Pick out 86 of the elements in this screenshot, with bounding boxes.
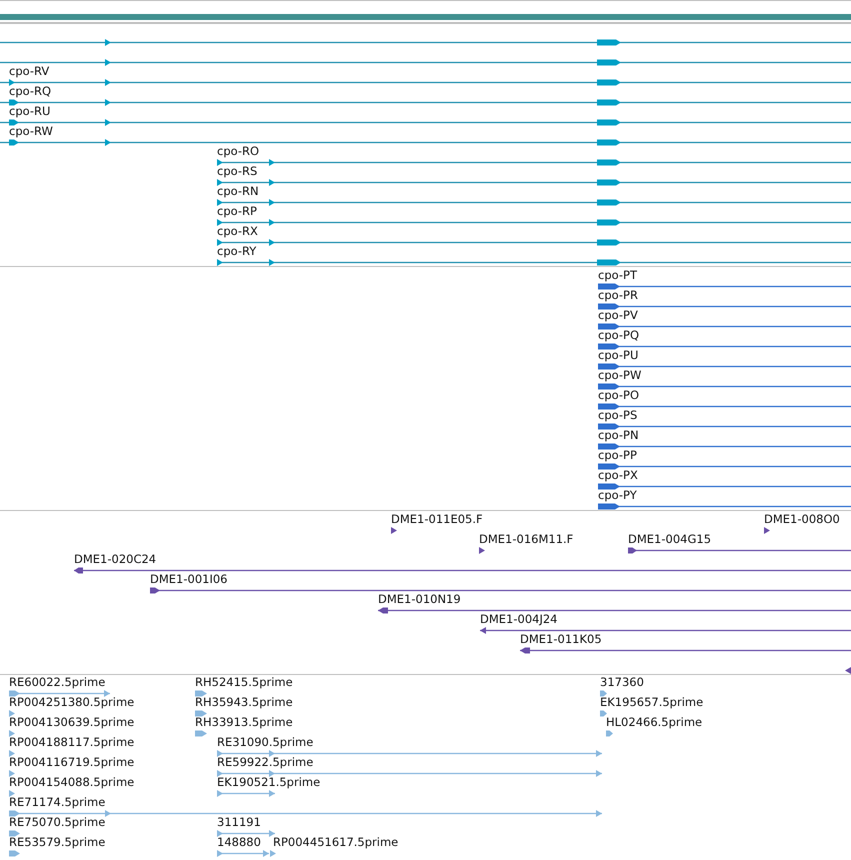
feature-label: DME1-011E05.F (391, 512, 483, 526)
feature-label: cpo-PX (598, 468, 638, 482)
feature-glyph[interactable] (0, 139, 851, 146)
feature-label: cpo-RX (217, 224, 258, 238)
feature-label: DME1-011K05 (520, 632, 602, 646)
feature-glyph[interactable] (0, 79, 851, 86)
feature-glyph[interactable] (217, 259, 851, 266)
feature-glyph[interactable] (378, 608, 851, 614)
feature-glyph[interactable] (598, 364, 851, 370)
feature-glyph[interactable] (217, 199, 851, 206)
feature-label: RH33913.5prime (195, 715, 293, 729)
feature-glyph[interactable] (150, 588, 851, 594)
feature-label: cpo-PY (598, 488, 637, 502)
feature-glyph[interactable] (628, 548, 851, 554)
feature-label: cpo-RQ (9, 84, 52, 98)
feature-label: 317360 (600, 675, 644, 689)
feature-label: 148880 (217, 835, 261, 849)
feature-glyph[interactable] (217, 219, 851, 226)
feature-label: cpo-RV (9, 64, 50, 78)
feature-glyph[interactable] (0, 39, 851, 46)
feature-label: RH52415.5prime (195, 675, 293, 689)
feature-glyph[interactable] (845, 667, 851, 674)
feature-glyph[interactable] (598, 504, 851, 510)
feature-label: cpo-RS (217, 164, 258, 178)
feature-label: cpo-PV (598, 308, 638, 322)
feature-label: cpo-PQ (598, 328, 640, 342)
feature-label: cpo-PT (598, 268, 637, 282)
feature-label: EK190521.5prime (217, 775, 320, 789)
feature-label: cpo-RW (9, 124, 53, 138)
feature-label: cpo-PP (598, 448, 637, 462)
feature-label: DME1-004J24 (480, 612, 558, 626)
feature-glyph[interactable] (598, 324, 851, 330)
feature-label: RE60022.5prime (9, 675, 106, 689)
feature-label: RP004251380.5prime (9, 695, 134, 709)
feature-label: RH35943.5prime (195, 695, 293, 709)
feature-glyph[interactable] (598, 444, 851, 450)
feature-label: cpo-PR (598, 288, 638, 302)
feature-label: cpo-RY (217, 244, 256, 258)
feature-label: DME1-001I06 (150, 572, 228, 586)
feature-glyph[interactable] (480, 627, 851, 634)
feature-label: RP004154088.5prime (9, 775, 134, 789)
feature-glyph[interactable] (0, 119, 851, 126)
feature-glyph[interactable] (598, 284, 851, 290)
feature-label: DME1-008O0 (764, 512, 840, 526)
feature-glyph[interactable] (598, 384, 851, 390)
feature-label: RE75070.5prime (9, 815, 106, 829)
feature-glyph[interactable] (598, 344, 851, 350)
feature-label: RE53579.5prime (9, 835, 106, 849)
feature-glyph[interactable] (217, 239, 851, 246)
feature-glyph[interactable] (479, 547, 485, 554)
feature-glyph[interactable] (598, 484, 851, 490)
feature-label: RE71174.5prime (9, 795, 106, 809)
feature-label: DME1-010N19 (378, 592, 461, 606)
feature-glyph[interactable] (520, 648, 851, 654)
feature-label: cpo-PU (598, 348, 638, 362)
feature-glyph[interactable] (764, 527, 770, 534)
feature-glyph[interactable] (217, 179, 851, 186)
feature-label: cpo-PN (598, 428, 639, 442)
feature-glyph[interactable] (598, 424, 851, 430)
feature-label: cpo-RU (9, 104, 50, 118)
feature-label: HL02466.5prime (606, 715, 702, 729)
feature-label: cpo-PS (598, 408, 638, 422)
feature-label: RE59922.5prime (217, 755, 314, 769)
feature-label: DME1-016M11.F (479, 532, 574, 546)
feature-label: cpo-PO (598, 388, 640, 402)
feature-label: RP004116719.5prime (9, 755, 134, 769)
feature-glyph[interactable] (0, 99, 851, 106)
feature-label: RE31090.5prime (217, 735, 314, 749)
feature-glyph[interactable] (391, 527, 397, 534)
feature-glyph[interactable] (598, 464, 851, 470)
feature-glyph[interactable] (74, 568, 851, 574)
feature-label: RP004451617.5prime (273, 835, 398, 849)
feature-glyph[interactable] (598, 404, 851, 410)
feature-label: cpo-RN (217, 184, 259, 198)
feature-label: DME1-020C24 (74, 552, 156, 566)
feature-label: RP004188117.5prime (9, 735, 134, 749)
feature-label: RP004130639.5prime (9, 715, 134, 729)
feature-label: EK195657.5prime (600, 695, 704, 709)
feature-label: 311191 (217, 815, 261, 829)
feature-label: DME1-004G15 (628, 532, 712, 546)
feature-glyph[interactable] (598, 304, 851, 310)
feature-label: cpo-PW (598, 368, 642, 382)
feature-label: cpo-RO (217, 144, 260, 158)
feature-glyph[interactable] (217, 159, 851, 166)
feature-label: cpo-RP (217, 204, 257, 218)
feature-glyph[interactable] (0, 59, 851, 66)
